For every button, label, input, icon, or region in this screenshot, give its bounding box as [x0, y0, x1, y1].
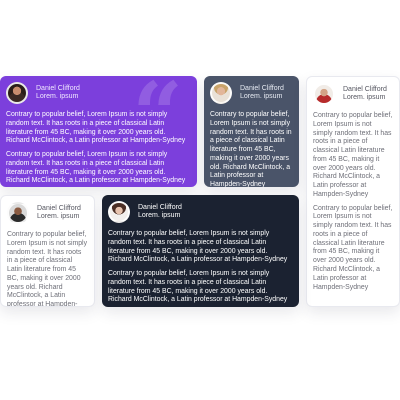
- author-name: Daniel Clifford: [343, 85, 387, 93]
- author-role: Lorem. ipsum: [37, 213, 80, 220]
- testimonial-paragraph: Contrary to popular belief, Lorem Ipsum …: [313, 204, 393, 291]
- author-role: Lorem. ipsum: [343, 94, 386, 101]
- avatar: [210, 82, 232, 104]
- testimonial-paragraph: Contrary to popular belief, Lorem Ipsum …: [6, 111, 186, 145]
- author-name: Daniel Clifford: [36, 84, 80, 92]
- author-role: Lorem. ipsum: [36, 93, 79, 100]
- avatar: [313, 83, 335, 105]
- avatar: [108, 201, 130, 223]
- avatar: [6, 82, 28, 104]
- author-role: Lorem. ipsum: [138, 212, 181, 219]
- card-header: Daniel Clifford Lorem. ipsum: [7, 202, 81, 224]
- testimonial-text: Contrary to popular belief, Lorem Ipsum …: [6, 111, 187, 187]
- author-role: Lorem. ipsum: [240, 93, 283, 100]
- testimonial-card-1: “ Daniel Clifford Lorem. ipsum Contrary …: [0, 76, 197, 187]
- card-header: Daniel Clifford Lorem. ipsum: [6, 82, 80, 104]
- testimonial-paragraph: Contrary to popular belief, Lorem Ipsum …: [210, 111, 292, 187]
- author-info: Daniel Clifford Lorem. ipsum: [36, 85, 80, 102]
- author-name: Daniel Clifford: [138, 203, 182, 211]
- author-info: Daniel Clifford Lorem. ipsum: [343, 86, 387, 103]
- testimonial-paragraph: Contrary to popular belief, Lorem Ipsum …: [108, 270, 288, 304]
- author-info: Daniel Clifford Lorem. ipsum: [138, 204, 182, 221]
- testimonial-text: Contrary to popular belief, Lorem Ipsum …: [7, 231, 88, 307]
- testimonial-paragraph: Contrary to popular belief, Lorem Ipsum …: [108, 230, 288, 264]
- testimonial-text: Contrary to popular belief, Lorem Ipsum …: [210, 111, 293, 187]
- card-header: Daniel Clifford Lorem. ipsum: [108, 201, 182, 223]
- testimonial-paragraph: Contrary to popular belief, Lorem Ipsum …: [7, 231, 88, 307]
- avatar: [7, 202, 29, 224]
- author-name: Daniel Clifford: [37, 204, 81, 212]
- author-info: Daniel Clifford Lorem. ipsum: [37, 205, 81, 222]
- card-header: Daniel Clifford Lorem. ipsum: [313, 83, 387, 105]
- testimonial-card-4: Daniel Clifford Lorem. ipsum Contrary to…: [0, 195, 95, 307]
- testimonial-paragraph: Contrary to popular belief, Lorem Ipsum …: [6, 151, 186, 185]
- author-name: Daniel Clifford: [240, 84, 284, 92]
- author-info: Daniel Clifford Lorem. ipsum: [240, 85, 284, 102]
- testimonial-paragraph: Contrary to popular belief, Lorem Ipsum …: [313, 112, 393, 198]
- testimonial-text: Contrary to popular belief, Lorem Ipsum …: [108, 230, 289, 307]
- testimonial-card-2: Daniel Clifford Lorem. ipsum Contrary to…: [204, 76, 299, 187]
- testimonial-card-5: Daniel Clifford Lorem. ipsum Contrary to…: [102, 195, 299, 307]
- testimonial-text: Contrary to popular belief, Lorem Ipsum …: [313, 112, 393, 297]
- card-header: Daniel Clifford Lorem. ipsum: [210, 82, 284, 104]
- testimonial-card-3: Daniel Clifford Lorem. ipsum Contrary to…: [306, 76, 400, 307]
